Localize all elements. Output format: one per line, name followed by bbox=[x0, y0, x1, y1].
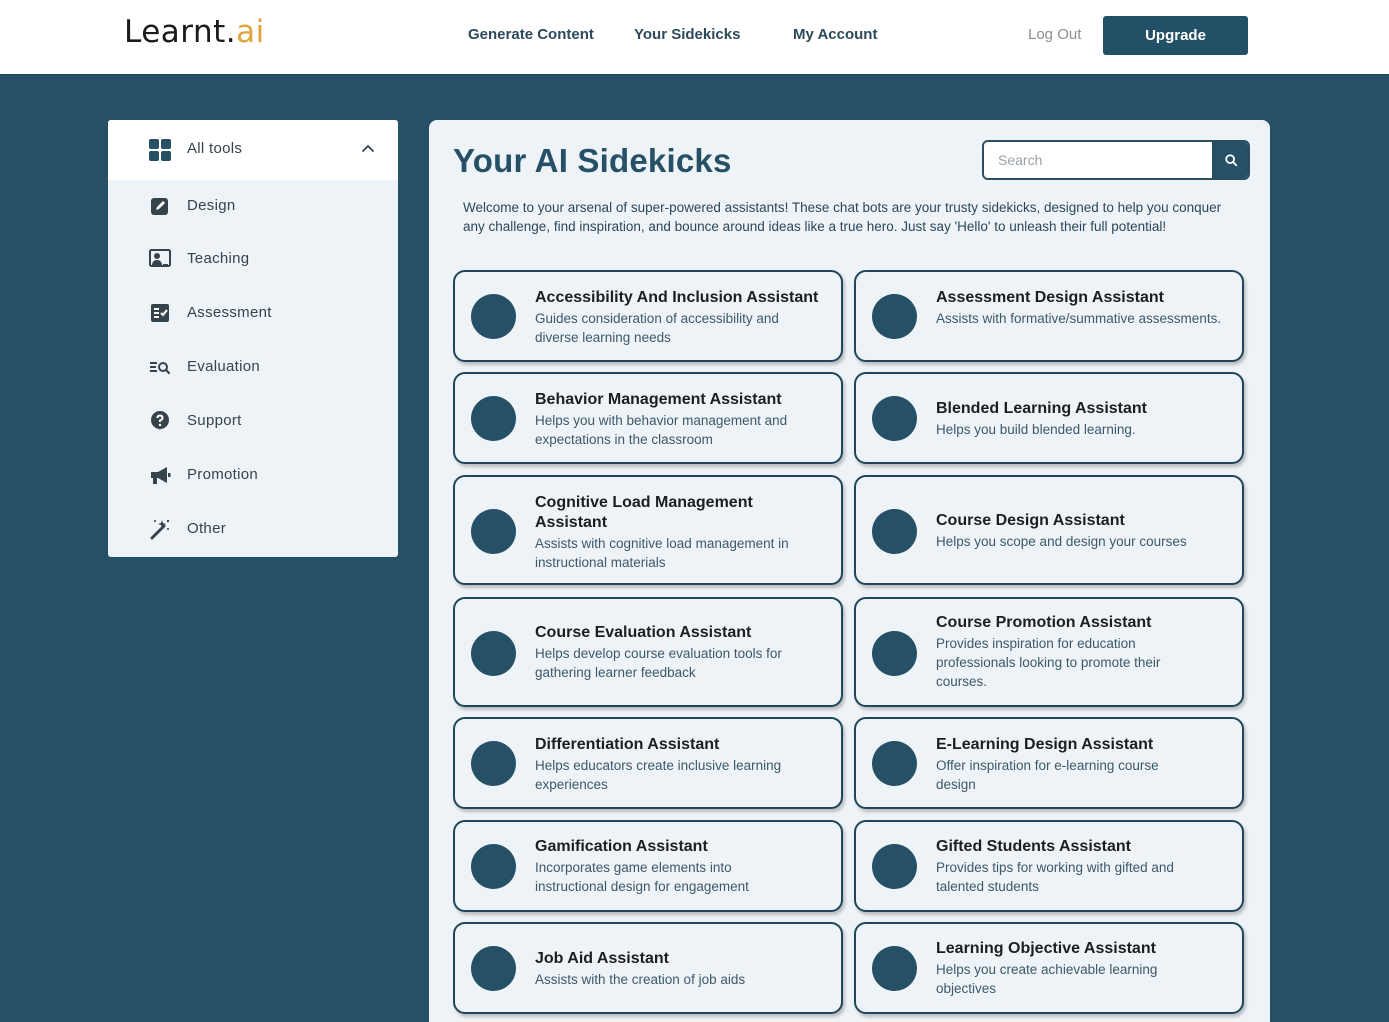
avatar bbox=[471, 294, 516, 339]
search-box bbox=[982, 140, 1250, 180]
nav-your-sidekicks[interactable]: Your Sidekicks bbox=[634, 26, 740, 43]
sidekick-card-learning-objective[interactable]: Learning Objective Assistant Helps you c… bbox=[854, 922, 1244, 1014]
sidebar-item-label: Support bbox=[187, 412, 242, 429]
card-title: Differentiation Assistant bbox=[535, 736, 720, 753]
sidebar-item-other[interactable]: Other bbox=[108, 509, 398, 549]
card-title: Course Evaluation Assistant bbox=[535, 624, 752, 641]
sidebar-item-label: Assessment bbox=[187, 304, 272, 321]
card-description: Provides tips for working with gifted an… bbox=[936, 860, 1174, 894]
card-title: Accessibility And Inclusion Assistant bbox=[535, 289, 819, 306]
sidebar-header-label: All tools bbox=[187, 140, 243, 157]
sidekick-card-job-aid[interactable]: Job Aid Assistant Assists with the creat… bbox=[453, 922, 843, 1014]
card-title: Course Promotion Assistant bbox=[936, 614, 1152, 631]
avatar bbox=[872, 741, 917, 786]
card-description: Assists with cognitive load management i… bbox=[535, 536, 789, 570]
sidebar-item-promotion[interactable]: Promotion bbox=[108, 455, 398, 495]
sidekick-card-course-design[interactable]: Course Design Assistant Helps you scope … bbox=[854, 475, 1244, 585]
sidekick-card-accessibility[interactable]: Accessibility And Inclusion Assistant Gu… bbox=[453, 270, 843, 362]
sidebar: All tools Design Teaching Assessment Eva… bbox=[108, 120, 398, 557]
card-description: Helps you build blended learning. bbox=[936, 422, 1136, 437]
search-button[interactable] bbox=[1212, 142, 1248, 178]
card-title: Learning Objective Assistant bbox=[936, 940, 1156, 957]
card-description: Incorporates game elements into instruct… bbox=[535, 860, 749, 894]
sidebar-item-assessment[interactable]: Assessment bbox=[108, 293, 398, 333]
checklist-icon bbox=[151, 304, 169, 322]
magic-wand-icon bbox=[150, 519, 170, 540]
grid-icon bbox=[149, 139, 171, 161]
teacher-board-icon bbox=[149, 249, 171, 267]
sidekick-card-blended-learning[interactable]: Blended Learning Assistant Helps you bui… bbox=[854, 372, 1244, 464]
nav-my-account[interactable]: My Account bbox=[793, 26, 877, 43]
nav-generate-content[interactable]: Generate Content bbox=[468, 26, 594, 43]
avatar bbox=[872, 631, 917, 676]
card-description: Assists with the creation of job aids bbox=[535, 972, 746, 987]
card-description: Offer inspiration for e-learning course … bbox=[936, 758, 1159, 792]
card-description: Helps you create achievable learning obj… bbox=[936, 962, 1158, 996]
card-title: Assessment Design Assistant bbox=[936, 289, 1164, 306]
sidebar-item-label: Promotion bbox=[187, 466, 259, 483]
card-title: Behavior Management Assistant bbox=[535, 391, 782, 408]
sidebar-item-teaching[interactable]: Teaching bbox=[108, 239, 398, 279]
megaphone-icon bbox=[151, 467, 171, 484]
sidebar-item-label: Evaluation bbox=[187, 358, 261, 375]
sidebar-item-evaluation[interactable]: Evaluation bbox=[108, 347, 398, 387]
logo-text: Learnt. bbox=[124, 14, 237, 50]
card-description: Helps you with behavior management and e… bbox=[535, 413, 788, 447]
sidekick-card-differentiation[interactable]: Differentiation Assistant Helps educator… bbox=[453, 717, 843, 809]
sidebar-item-label: Design bbox=[187, 197, 236, 214]
avatar bbox=[872, 509, 917, 554]
card-description: Helps educators create inclusive learnin… bbox=[535, 758, 782, 792]
sidekicks-panel: Your AI Sidekicks Welcome to your arsena… bbox=[429, 120, 1270, 1022]
avatar bbox=[872, 396, 917, 441]
search-input[interactable] bbox=[984, 142, 1212, 178]
page-title: Your AI Sidekicks bbox=[453, 142, 732, 179]
card-description: Helps develop course evaluation tools fo… bbox=[535, 646, 782, 680]
question-circle-icon bbox=[151, 411, 169, 431]
pencil-square-icon bbox=[151, 198, 168, 215]
sidebar-item-design[interactable]: Design bbox=[108, 186, 398, 226]
avatar bbox=[471, 631, 516, 676]
avatar bbox=[471, 844, 516, 889]
card-title: Blended Learning Assistant bbox=[936, 400, 1147, 417]
avatar bbox=[872, 294, 917, 339]
card-description: Guides consideration of accessibility an… bbox=[535, 311, 779, 345]
sidekick-card-behavior-management[interactable]: Behavior Management Assistant Helps you … bbox=[453, 372, 843, 464]
list-search-icon bbox=[150, 362, 171, 375]
card-title: Cognitive Load Management Assistant bbox=[535, 494, 753, 531]
chevron-up-icon[interactable] bbox=[360, 141, 376, 157]
card-title: E-Learning Design Assistant bbox=[936, 736, 1154, 753]
logout-link[interactable]: Log Out bbox=[1028, 26, 1081, 43]
card-description: Assists with formative/summative assessm… bbox=[936, 311, 1222, 326]
avatar bbox=[872, 946, 917, 991]
avatar bbox=[471, 741, 516, 786]
sidekick-card-assessment-design[interactable]: Assessment Design Assistant Assists with… bbox=[854, 270, 1244, 362]
sidebar-item-label: Teaching bbox=[187, 250, 250, 267]
sidekick-card-gamification[interactable]: Gamification Assistant Incorporates game… bbox=[453, 820, 843, 912]
intro-text: Welcome to your arsenal of super-powered… bbox=[463, 200, 1222, 234]
card-title: Gifted Students Assistant bbox=[936, 838, 1131, 855]
top-header: Learnt.ai Generate Content Your Sidekick… bbox=[0, 0, 1389, 75]
card-title: Gamification Assistant bbox=[535, 838, 708, 855]
sidebar-item-label: Other bbox=[187, 520, 227, 537]
sidebar-item-support[interactable]: Support bbox=[108, 401, 398, 441]
search-icon bbox=[1225, 154, 1238, 167]
logo[interactable]: Learnt.ai bbox=[124, 14, 265, 50]
upgrade-button[interactable]: Upgrade bbox=[1103, 16, 1248, 55]
sidekick-card-cognitive-load[interactable]: Cognitive Load Management Assistant Assi… bbox=[453, 475, 843, 585]
sidebar-header-all-tools[interactable]: All tools bbox=[108, 120, 398, 180]
avatar bbox=[471, 946, 516, 991]
card-description: Provides inspiration for education profe… bbox=[936, 636, 1161, 689]
card-title: Course Design Assistant bbox=[936, 512, 1125, 529]
card-description: Helps you scope and design your courses bbox=[936, 534, 1187, 549]
card-title: Job Aid Assistant bbox=[535, 950, 669, 967]
avatar bbox=[471, 396, 516, 441]
sidekick-card-gifted-students[interactable]: Gifted Students Assistant Provides tips … bbox=[854, 820, 1244, 912]
avatar bbox=[872, 844, 917, 889]
sidekick-card-course-promotion[interactable]: Course Promotion Assistant Provides insp… bbox=[854, 597, 1244, 707]
avatar bbox=[471, 509, 516, 554]
sidekick-card-e-learning-design[interactable]: E-Learning Design Assistant Offer inspir… bbox=[854, 717, 1244, 809]
sidekick-card-course-evaluation[interactable]: Course Evaluation Assistant Helps develo… bbox=[453, 597, 843, 707]
logo-accent: ai bbox=[236, 14, 265, 50]
